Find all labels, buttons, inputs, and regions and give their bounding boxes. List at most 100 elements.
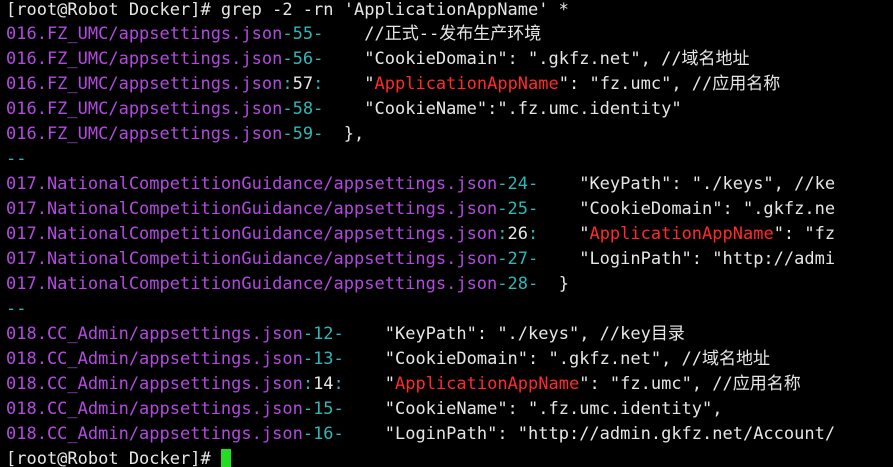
line-text: ": "fz.umc", //应用名称 <box>558 74 781 94</box>
output-line: 018.CC_Admin/appsettings.json-13- "Cooki… <box>6 347 893 372</box>
line-text: "CookieDomain": ".gkfz.ne <box>538 199 836 219</box>
match-highlight: ApplicationAppName <box>394 374 580 394</box>
output-line: 017.NationalCompetitionGuidance/appsetti… <box>6 197 893 222</box>
filename-text: 018.CC_Admin/appsettings.json <box>6 349 303 369</box>
filename-text: 017.NationalCompetitionGuidance/appsetti… <box>6 199 498 219</box>
filename-text: 018.CC_Admin/appsettings.json <box>6 374 303 394</box>
line-text: "KeyPath": "./keys", //key目录 <box>343 324 685 344</box>
line-text: " <box>538 224 590 244</box>
filename-text: 017.NationalCompetitionGuidance/appsetti… <box>6 224 498 244</box>
output-line: 018.CC_Admin/appsettings.json:14: "Appli… <box>6 372 893 397</box>
separator-text: - <box>333 399 344 419</box>
separator-text: - <box>282 24 293 44</box>
separator-text: : <box>302 374 314 394</box>
cursor-block <box>220 449 231 467</box>
output-line: 017.NationalCompetitionGuidance/appsetti… <box>6 172 893 197</box>
prompt-line: [root@Robot Docker]# <box>6 447 893 467</box>
output-line: 017.NationalCompetitionGuidance/appsetti… <box>6 247 893 272</box>
line-text: "LoginPath": "http://admi <box>538 249 836 269</box>
output-line: 016.FZ_UMC/appsettings.json:57: "Applica… <box>6 72 893 97</box>
line-text: 26 <box>507 224 529 244</box>
line-text: 14 <box>313 374 334 394</box>
output-line: 017.NationalCompetitionGuidance/appsetti… <box>6 272 893 297</box>
line-text: [root@Robot Docker]# grep -2 -rn 'Applic… <box>6 0 569 20</box>
terminal-window[interactable]: [root@Robot Docker]# grep -2 -rn 'Applic… <box>6 0 893 467</box>
separator-text: - <box>497 249 508 269</box>
filename-text: 016.FZ_UMC/appsettings.json <box>6 49 283 69</box>
match-highlight: ApplicationAppName <box>589 224 774 244</box>
match-highlight: ApplicationAppName <box>374 74 559 94</box>
separator-text: -- <box>6 299 27 319</box>
output-line: -- <box>6 147 893 172</box>
separator-text: 25 <box>507 199 529 219</box>
separator-text: - <box>497 274 508 294</box>
output-line: 016.FZ_UMC/appsettings.json-56- "CookieD… <box>6 47 893 72</box>
separator-text: 13 <box>313 349 334 369</box>
separator-text: 27 <box>507 249 529 269</box>
separator-text: - <box>528 249 539 269</box>
separator-text: - <box>313 99 324 119</box>
separator-text: - <box>333 424 344 444</box>
filename-text: 018.CC_Admin/appsettings.json <box>6 399 303 419</box>
line-text: " <box>323 74 375 94</box>
line-text: " <box>343 374 395 394</box>
separator-text: - <box>528 274 539 294</box>
separator-text: - <box>302 349 314 369</box>
separator-text: - <box>528 199 539 219</box>
filename-text: 017.NationalCompetitionGuidance/appsetti… <box>6 274 498 294</box>
filename-text: 016.FZ_UMC/appsettings.json <box>6 124 283 144</box>
line-text: }, <box>323 124 365 144</box>
separator-text: : <box>497 224 508 244</box>
separator-text: : <box>313 74 324 94</box>
output-line: 016.FZ_UMC/appsettings.json-55- //正式--发布… <box>6 22 893 47</box>
line-text: ": "fz <box>773 224 836 244</box>
line-text: "CookieDomain": ".gkfz.net", //域名地址 <box>343 349 771 369</box>
separator-text: - <box>282 124 293 144</box>
separator-text: -- <box>6 149 27 169</box>
separator-text: - <box>313 24 324 44</box>
line-text: "CookieName": ".fz.umc.identity", <box>343 399 723 419</box>
separator-text: - <box>282 99 293 119</box>
separator-text: - <box>333 324 344 344</box>
output-line: 018.CC_Admin/appsettings.json-12- "KeyPa… <box>6 322 893 347</box>
separator-text: 12 <box>313 324 334 344</box>
separator-text: - <box>302 424 314 444</box>
filename-text: 018.CC_Admin/appsettings.json <box>6 424 303 444</box>
output-line: 018.CC_Admin/appsettings.json-15- "Cooki… <box>6 397 893 422</box>
output-line: 016.FZ_UMC/appsettings.json-58- "CookieN… <box>6 97 893 122</box>
filename-text: 016.FZ_UMC/appsettings.json <box>6 24 283 44</box>
output-line: 017.NationalCompetitionGuidance/appsetti… <box>6 222 893 247</box>
separator-text: : <box>528 224 539 244</box>
separator-text: 16 <box>313 424 334 444</box>
separator-text: - <box>302 399 314 419</box>
filename-text: 018.CC_Admin/appsettings.json <box>6 324 303 344</box>
prompt-line: [root@Robot Docker]# grep -2 -rn 'Applic… <box>6 0 893 22</box>
separator-text: - <box>497 199 508 219</box>
line-text: 57 <box>292 74 314 94</box>
filename-text: 016.FZ_UMC/appsettings.json <box>6 74 283 94</box>
separator-text: 58 <box>292 99 314 119</box>
separator-text: - <box>333 349 344 369</box>
output-line: 018.CC_Admin/appsettings.json-16- "Login… <box>6 422 893 447</box>
separator-text: : <box>333 374 344 394</box>
line-text: [root@Robot Docker]# <box>6 449 221 467</box>
line-text: ": "fz.umc", //应用名称 <box>579 374 801 394</box>
output-line: 016.FZ_UMC/appsettings.json-59- }, <box>6 122 893 147</box>
separator-text: 59 <box>292 124 314 144</box>
separator-text: - <box>313 124 324 144</box>
separator-text: 28 <box>507 274 529 294</box>
separator-text: - <box>282 49 293 69</box>
separator-text: - <box>302 324 314 344</box>
line-text: "CookieDomain": ".gkfz.net", //域名地址 <box>323 49 750 69</box>
line-text: "CookieName":".fz.umc.identity" <box>323 99 682 119</box>
separator-text: 24 <box>507 174 529 194</box>
filename-text: 017.NationalCompetitionGuidance/appsetti… <box>6 174 498 194</box>
line-text: "LoginPath": "http://admin.gkfz.net/Acco… <box>343 424 836 444</box>
separator-text: 56 <box>292 49 314 69</box>
line-text: "KeyPath": "./keys", //ke <box>538 174 836 194</box>
line-text: } <box>538 274 569 294</box>
separator-text: 15 <box>313 399 334 419</box>
line-text: //正式--发布生产环境 <box>323 24 542 44</box>
separator-text: - <box>497 174 508 194</box>
separator-text: 55 <box>292 24 314 44</box>
